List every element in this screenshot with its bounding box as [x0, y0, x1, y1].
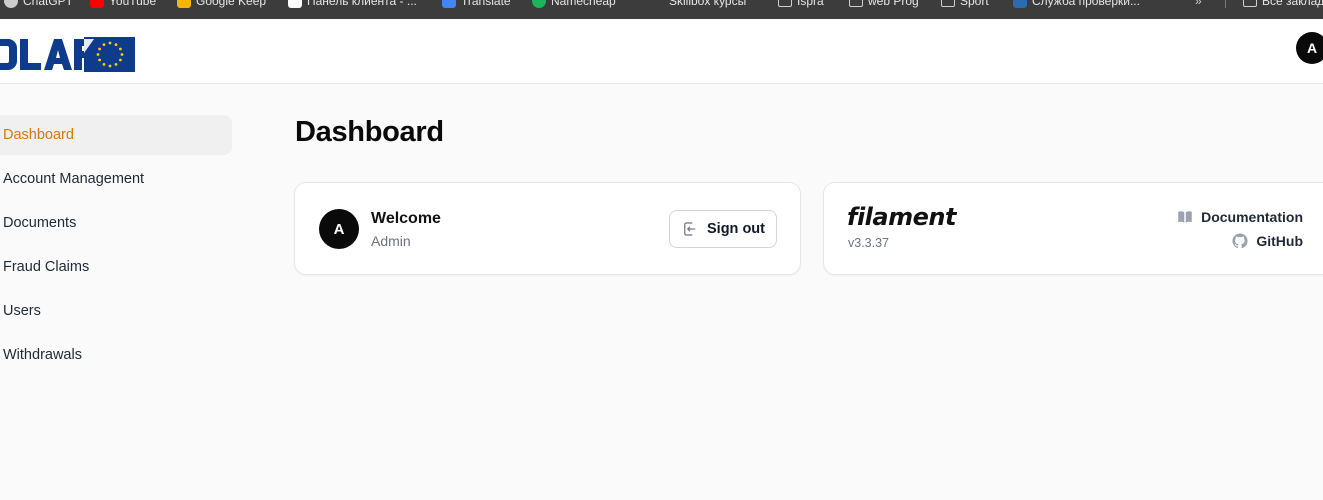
sidebar-item-dashboard[interactable]: Dashboard: [0, 115, 232, 155]
version-label: v3.3.37: [848, 236, 890, 250]
bookmark-label: Skillbox курсы: [669, 0, 747, 8]
bookmark-label: Все закладки: [1262, 0, 1323, 8]
bookmark-label: YouTube: [109, 0, 157, 8]
sidebar-item-account-management[interactable]: Account Management: [0, 159, 232, 199]
bookmark-translate[interactable]: Translate: [442, 0, 511, 8]
bookmark-label: Служба проверки...: [1032, 0, 1140, 8]
keep-icon: [177, 0, 191, 8]
book-icon: [1178, 211, 1192, 223]
folder-icon: [849, 0, 863, 7]
bookmark-chatgpt[interactable]: ChatGPT: [4, 0, 73, 8]
sidebar-item-label: Users: [3, 303, 41, 319]
filament-logo[interactable]: filament: [847, 203, 956, 231]
youtube-icon: [90, 0, 104, 8]
namecheap-icon: [532, 0, 546, 8]
bookmark-folder-sport[interactable]: Sport: [941, 0, 989, 8]
bookmark-namecheap[interactable]: Namecheap: [532, 0, 616, 8]
bookmark-google-keep[interactable]: Google Keep: [177, 0, 266, 8]
arrow-icon: [650, 0, 664, 8]
bookmarks-bar: ChatGPT YouTube Google Keep Панель клиен…: [0, 0, 1323, 19]
avatar: A: [319, 209, 359, 249]
folder-icon: [778, 0, 792, 7]
olaf-logo-graphic: [0, 37, 135, 72]
github-icon: [1232, 233, 1248, 249]
bookmark-youtube[interactable]: YouTube: [90, 0, 156, 8]
top-header: A: [0, 19, 1323, 84]
chatgpt-icon: [4, 0, 18, 8]
bookmark-folder-ispra[interactable]: Ispra: [778, 0, 824, 8]
bookmark-all-bookmarks[interactable]: Все закладки: [1243, 0, 1323, 8]
sidebar-item-label: Fraud Claims: [3, 259, 90, 275]
welcome-title: Welcome: [371, 210, 441, 227]
bookmark-label: Sport: [960, 0, 989, 8]
bookmarks-divider: [1225, 0, 1226, 8]
sign-out-button[interactable]: Sign out: [669, 210, 777, 248]
documentation-label: Documentation: [1201, 209, 1303, 225]
sign-out-icon: [684, 222, 696, 236]
filament-info-card: filament v3.3.37 Documentation GitHub: [823, 182, 1323, 275]
bookmark-label: Translate: [461, 0, 511, 8]
documentation-link[interactable]: Documentation: [1176, 208, 1303, 226]
bookmark-label: Google Keep: [196, 0, 267, 8]
page-title: Dashboard: [295, 116, 444, 148]
bookmark-label: Namecheap: [551, 0, 616, 8]
bookmark-label: Ispra: [797, 0, 824, 8]
bookmarks-overflow-chevron-icon[interactable]: »: [1195, 0, 1202, 8]
folder-icon: [941, 0, 955, 7]
sign-out-label: Sign out: [707, 221, 765, 237]
welcome-card: A Welcome Admin Sign out: [294, 182, 801, 275]
github-link[interactable]: GitHub: [1231, 232, 1303, 250]
user-avatar[interactable]: A: [1296, 32, 1323, 64]
sidebar-item-fraud-claims[interactable]: Fraud Claims: [0, 247, 232, 287]
bookmark-client-panel[interactable]: Панель клиента - ...: [288, 0, 417, 8]
bookmark-label: web Prog: [868, 0, 919, 8]
bookmark-label: Панель клиента - ...: [307, 0, 417, 8]
sidebar-item-label: Dashboard: [3, 127, 74, 143]
bookmark-folder-webprog[interactable]: web Prog: [849, 0, 919, 8]
sidebar: Dashboard Account Management Documents F…: [0, 84, 240, 500]
sidebar-item-documents[interactable]: Documents: [0, 203, 232, 243]
translate-icon: [442, 0, 456, 8]
bookmark-label: ChatGPT: [23, 0, 74, 8]
sidebar-item-label: Account Management: [3, 171, 145, 187]
sidebar-item-users[interactable]: Users: [0, 291, 232, 331]
github-label: GitHub: [1256, 233, 1303, 249]
sidebar-item-label: Withdrawals: [3, 347, 82, 363]
olaf-logo[interactable]: [0, 37, 135, 72]
folder-icon: [1243, 0, 1257, 7]
welcome-username: Admin: [371, 233, 411, 249]
bookmark-service[interactable]: Служба проверки...: [1013, 0, 1140, 8]
page-icon: [288, 0, 302, 8]
sidebar-item-label: Documents: [3, 215, 77, 231]
sidebar-item-withdrawals[interactable]: Withdrawals: [0, 335, 232, 375]
bookmark-skillbox[interactable]: Skillbox курсы: [650, 0, 746, 8]
service-icon: [1013, 0, 1027, 8]
